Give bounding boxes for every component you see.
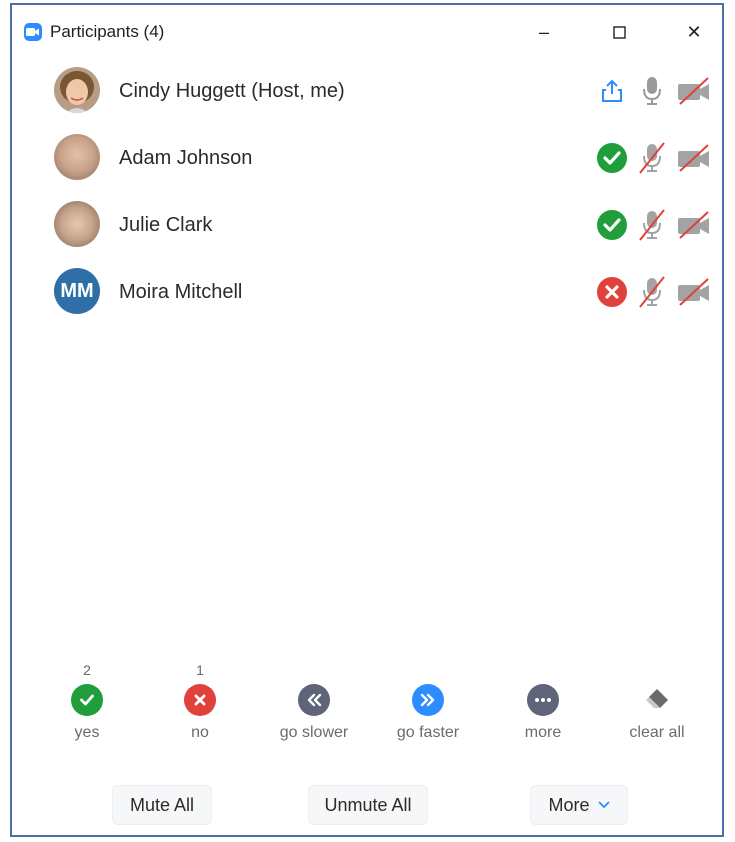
rewind-icon[interactable] [298,684,330,716]
maximize-icon [612,25,626,39]
participant-name: Adam Johnson [119,147,253,169]
feedback-label: clear all [629,724,685,741]
video-off-icon[interactable] [676,75,712,107]
feedback-more[interactable]: more [488,660,598,742]
feedback-yes[interactable]: 2 yes [32,660,142,742]
maximize-button[interactable] [599,17,639,47]
footer-actions: Mute All Unmute All More [12,785,722,825]
avatar [54,201,100,247]
window-title: Participants (4) [50,22,165,41]
share-icon[interactable] [596,75,628,107]
mic-off-icon[interactable] [636,142,668,174]
participant-list: Cindy Huggett (Host, me) Adam Johnson Ju… [12,57,722,325]
feedback-go-slower[interactable]: go slower [259,660,369,742]
more-button-label: More [548,794,590,815]
participant-name: Moira Mitchell [119,281,243,303]
participant-row[interactable]: Adam Johnson [12,124,722,191]
feedback-count [488,660,598,680]
feedback-clear-all[interactable]: clear all [602,660,712,742]
video-off-icon[interactable] [676,276,712,308]
zoom-video-icon [24,23,42,41]
video-off-icon[interactable] [676,209,712,241]
feedback-label: go slower [279,724,349,741]
eraser-icon[interactable] [641,684,673,716]
video-off-icon[interactable] [676,142,712,174]
avatar: MM [54,268,100,314]
no-x-icon[interactable] [184,684,216,716]
participant-row[interactable]: Julie Clark [12,191,722,258]
more-dots-icon[interactable] [527,684,559,716]
feedback-label: yes [74,724,100,741]
no-x-icon [596,276,628,308]
yes-check-icon [596,142,628,174]
unmute-all-button[interactable]: Unmute All [308,785,428,825]
participants-window: Participants (4) – ✕ Cindy Huggett (Host… [10,3,724,837]
yes-check-icon [596,209,628,241]
feedback-no[interactable]: 1 no [145,660,255,742]
yes-check-icon[interactable] [71,684,103,716]
close-icon: ✕ [686,21,702,42]
feedback-count: 2 [83,662,91,678]
feedback-count [602,660,712,680]
feedback-label: more [524,724,562,741]
avatar [54,67,100,113]
feedback-count [259,660,369,680]
fast-forward-icon[interactable] [412,684,444,716]
feedback-count: 1 [196,662,204,678]
more-button[interactable]: More [530,785,628,825]
mic-icon[interactable] [636,75,668,107]
chevron-down-icon [598,801,609,809]
mute-all-button[interactable]: Mute All [112,785,212,825]
participant-row[interactable]: Cindy Huggett (Host, me) [12,57,722,124]
minimize-icon: – [538,21,549,42]
participant-name: Cindy Huggett (Host, me) [119,80,345,102]
participant-name: Julie Clark [119,214,213,236]
close-button[interactable]: ✕ [674,17,714,47]
feedback-bar: 2 yes 1 no go slower go faster more clea… [12,660,722,760]
participant-row[interactable]: MM Moira Mitchell [12,258,722,325]
feedback-go-faster[interactable]: go faster [373,660,483,742]
avatar [54,134,100,180]
mic-off-icon[interactable] [636,209,668,241]
title-bar: Participants (4) – ✕ [12,5,722,59]
minimize-button[interactable]: – [524,17,564,47]
mic-off-icon[interactable] [636,276,668,308]
feedback-label: go faster [396,724,460,741]
feedback-count [373,660,483,680]
feedback-label: no [191,724,209,741]
